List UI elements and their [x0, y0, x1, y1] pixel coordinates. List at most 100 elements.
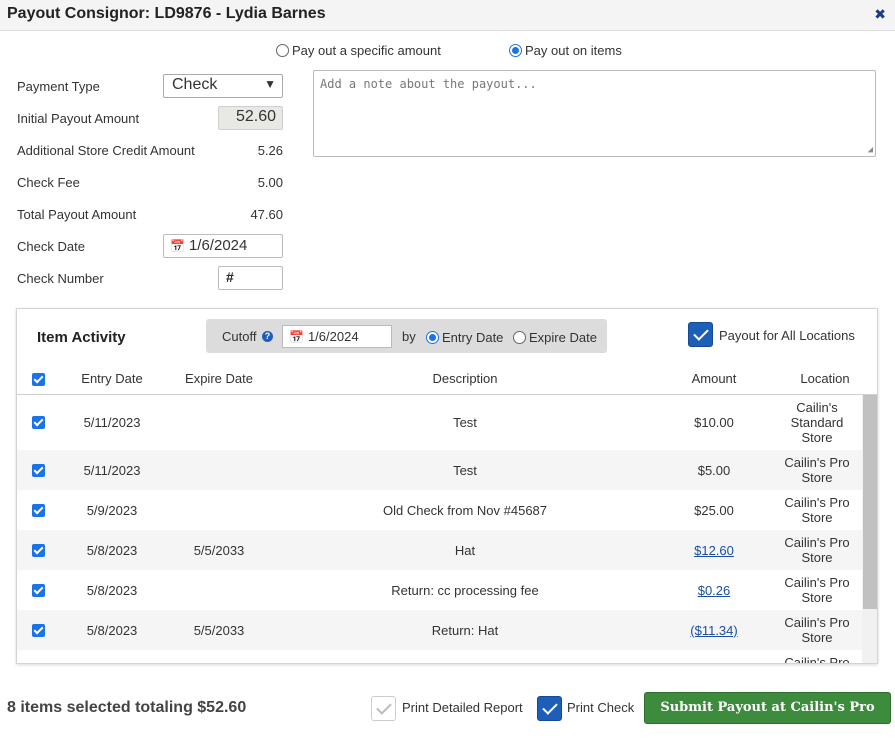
table-header: Entry Date Expire Date Description Amoun…	[17, 365, 877, 395]
expire-date-cell: 5/5/2033	[193, 623, 245, 638]
col-entry-date[interactable]: Entry Date	[62, 371, 162, 386]
amount-link[interactable]: ($11.34)	[664, 623, 764, 638]
location-cell: Cailin's Pro Store	[767, 535, 862, 565]
location-line: Store	[801, 590, 833, 605]
col-location[interactable]: Location	[775, 371, 875, 386]
location-line: Standard	[790, 415, 844, 430]
amount-link[interactable]: $0.26	[664, 583, 764, 598]
row-checkbox[interactable]	[32, 544, 45, 557]
initial-payout-label: Initial Payout Amount	[17, 111, 140, 126]
submit-payout-button[interactable]: Submit Payout at Cailin's Pro Store	[644, 692, 891, 745]
cutoff-label: Cutoff	[222, 329, 257, 344]
check-fee-value: 5.00	[257, 175, 283, 190]
pay-specific-amount-option[interactable]: Pay out a specific amount	[276, 43, 441, 58]
row-checkbox[interactable]	[32, 584, 45, 597]
radio-expire-date[interactable]	[513, 331, 526, 344]
location-line: Cailin's Pro	[784, 455, 850, 470]
description-cell: Return: Hat	[431, 623, 499, 638]
by-label: by	[402, 329, 416, 344]
location-line: Cailin's	[796, 400, 838, 415]
calendar-icon: 📅	[170, 239, 185, 253]
location-line: Store	[801, 430, 833, 445]
payment-type-select[interactable]: Check ▼	[163, 74, 283, 98]
initial-payout-amount: 52.60	[218, 106, 283, 130]
location-cell: Cailin's Pro Store	[767, 495, 862, 525]
check-date-input[interactable]: 📅 1/6/2024	[163, 234, 283, 258]
location-cell: Cailin's Pro Store	[767, 455, 862, 485]
table-body: 5/11/2023 Test $10.00 Cailin's Standard …	[17, 395, 862, 664]
description-cell: Test	[453, 415, 477, 430]
table-row[interactable]: 5/11/2023 Test $5.00 Cailin's Pro Store	[17, 450, 862, 490]
table-row[interactable]: 5/8/2023 5/5/2033 Hat $12.60 Cailin's Pr…	[17, 530, 862, 570]
select-all-checkbox[interactable]	[32, 373, 45, 386]
row-checkbox[interactable]	[32, 504, 45, 517]
location-cell: Cailin's Pro Store	[767, 615, 862, 645]
payout-note-textarea[interactable]: Add a note about the payout... ◢	[313, 70, 876, 157]
location-cell: Cailin's Standard Store	[767, 400, 862, 445]
pay-specific-amount-label: Pay out a specific amount	[292, 43, 441, 58]
amount-cell: $25.00	[694, 503, 734, 518]
row-checkbox[interactable]	[32, 624, 45, 637]
location-line: Store	[801, 510, 833, 525]
print-detailed-report-checkbox[interactable]	[371, 696, 396, 721]
print-check-checkbox[interactable]	[537, 696, 562, 721]
total-payout-label: Total Payout Amount	[17, 207, 137, 222]
dialog-title: Payout Consignor: LD9876 - Lydia Barnes	[7, 5, 326, 22]
cutoff-toolbar: Cutoff ? 📅 1/6/2024 by Entry Date Expire …	[206, 319, 607, 353]
dialog-titlebar: Payout Consignor: LD9876 - Lydia Barnes …	[0, 0, 895, 31]
calendar-icon: 📅	[289, 330, 304, 344]
location-line: Cailin's Pro	[784, 615, 850, 630]
location-line: Cailin's Pro	[784, 495, 850, 510]
check-number-label: Check Number	[17, 271, 104, 286]
payment-type-value: Check	[172, 76, 218, 93]
amount-link[interactable]: $12.60	[664, 543, 764, 558]
location-cell: Cailin's Pro Store	[767, 575, 862, 605]
table-row[interactable]: 5/9/2023 Old Check from Nov #45687 $25.0…	[17, 490, 862, 530]
pay-on-items-label: Pay out on items	[525, 43, 622, 58]
radio-entry-date[interactable]	[426, 331, 439, 344]
by-expire-date-option[interactable]: Expire Date	[513, 330, 597, 345]
print-check-label: Print Check	[567, 700, 635, 715]
location-line: Store	[801, 470, 833, 485]
row-checkbox[interactable]	[32, 416, 45, 429]
table-scrollbar[interactable]	[862, 395, 877, 663]
radio-pay-on-items[interactable]	[509, 44, 522, 57]
resize-grip-icon[interactable]: ◢	[868, 145, 873, 155]
check-number-placeholder: #	[226, 269, 234, 285]
print-detailed-report-label: Print Detailed Report	[402, 700, 523, 715]
payment-type-label: Payment Type	[17, 79, 100, 94]
table-row[interactable]: 5/11/2023 Test $10.00 Cailin's Standard …	[17, 395, 862, 450]
entry-date-cell: 5/9/2023	[86, 503, 138, 518]
radio-pay-specific-amount[interactable]	[276, 44, 289, 57]
pay-on-items-option[interactable]: Pay out on items	[509, 43, 622, 58]
payout-all-locations-label: Payout for All Locations	[719, 328, 855, 343]
expire-date-option-label: Expire Date	[529, 330, 597, 345]
description-cell: Old Check from Nov #45687	[382, 503, 548, 518]
scrollbar-thumb[interactable]	[863, 395, 877, 609]
location-line: Cailin's Pro	[784, 655, 850, 664]
col-expire-date[interactable]: Expire Date	[169, 371, 269, 386]
location-line: Cailin's Pro	[784, 535, 850, 550]
table-row[interactable]: 5/8/2023 Return: cc processing fee $0.26…	[17, 570, 862, 610]
row-checkbox[interactable]	[32, 464, 45, 477]
location-line: Store	[801, 630, 833, 645]
col-amount[interactable]: Amount	[664, 371, 764, 386]
entry-date-cell: 5/8/2023	[86, 623, 138, 638]
payout-all-locations-checkbox[interactable]	[688, 322, 713, 347]
help-icon[interactable]: ?	[262, 331, 273, 342]
check-number-input[interactable]: #	[218, 266, 283, 290]
col-description[interactable]: Description	[315, 371, 615, 386]
store-credit-label: Additional Store Credit Amount	[17, 143, 195, 158]
check-date-value: 1/6/2024	[188, 237, 248, 254]
amount-cell: $10.00	[694, 415, 734, 430]
table-row[interactable]: Cailin's Pro	[17, 650, 862, 664]
location-line: Store	[801, 550, 833, 565]
cutoff-date-input[interactable]: 📅 1/6/2024	[282, 325, 392, 348]
location-line: Cailin's Pro	[784, 575, 850, 590]
close-icon[interactable]: ✖	[874, 6, 886, 23]
item-activity-panel: Item Activity Cutoff ? 📅 1/6/2024 by Entr…	[16, 308, 878, 664]
by-entry-date-option[interactable]: Entry Date	[426, 330, 503, 345]
payout-note-placeholder: Add a note about the payout...	[320, 77, 537, 91]
table-row[interactable]: 5/8/2023 5/5/2033 Return: Hat ($11.34) C…	[17, 610, 862, 650]
entry-date-cell: 5/8/2023	[86, 543, 138, 558]
